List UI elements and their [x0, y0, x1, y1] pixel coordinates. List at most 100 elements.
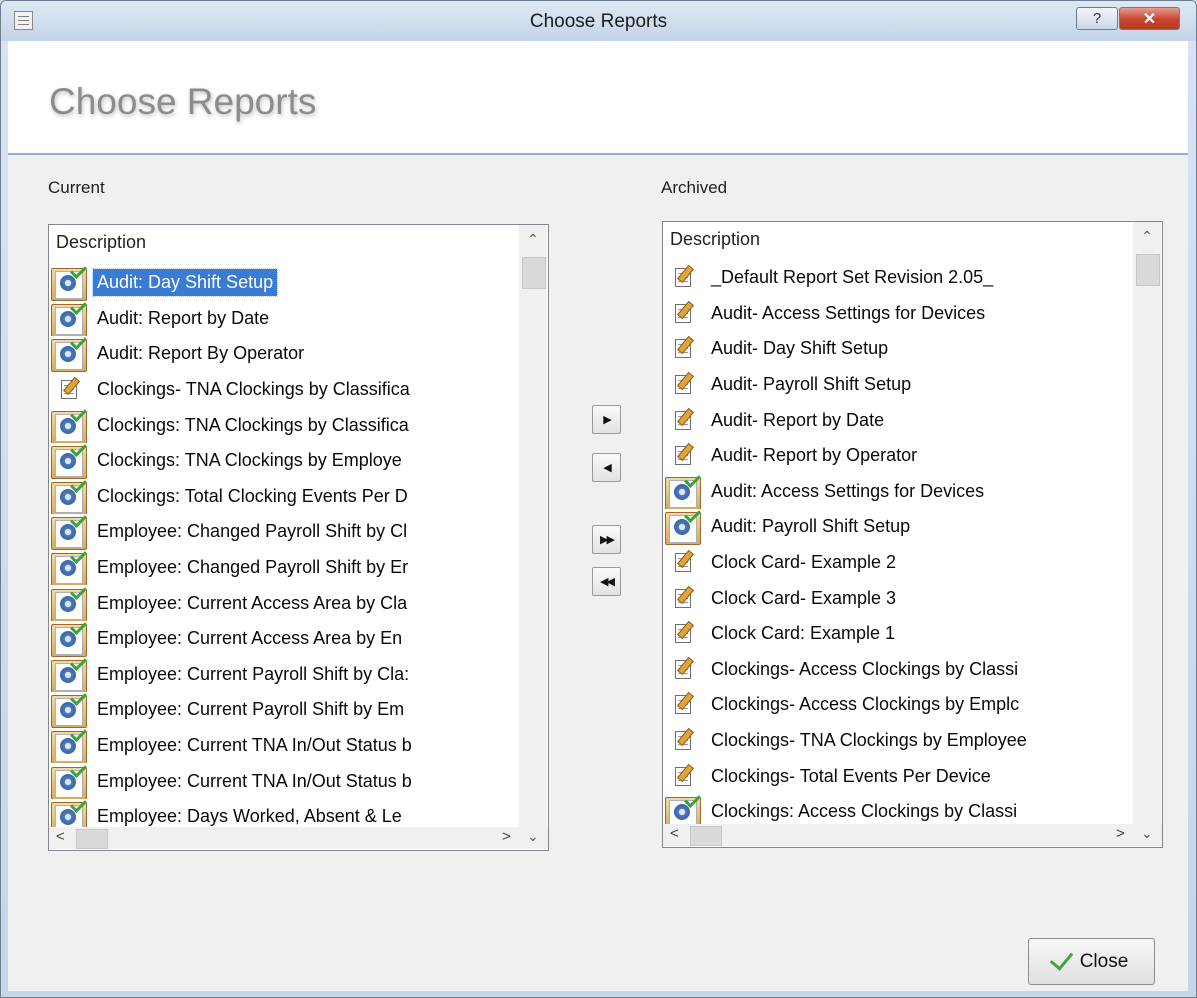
report-edit-icon	[663, 331, 703, 366]
current-rows: Audit: Day Shift Setup Audit: Report by D…	[49, 265, 516, 827]
report-check-icon	[49, 727, 89, 764]
list-item[interactable]: Employee: Changed Payroll Shift by Er	[49, 549, 516, 586]
close-button-label: Close	[1079, 950, 1129, 972]
list-item-label: Clockings: Access Clockings by Classi	[711, 801, 1018, 822]
report-check-icon	[49, 549, 89, 586]
list-item-label: Employee: Current Payroll Shift by Cla:	[97, 663, 410, 684]
list-item-label: Audit- Report by Operator	[711, 445, 918, 466]
list-item[interactable]: Audit- Access Settings for Devices	[663, 296, 1130, 332]
move-all-left-button[interactable]: ◀◀	[592, 567, 621, 596]
list-item[interactable]: Employee: Current TNA In/Out Status b	[49, 727, 516, 764]
help-button[interactable]: ?	[1076, 7, 1118, 30]
report-check-icon	[49, 798, 89, 827]
list-item[interactable]: Audit- Payroll Shift Setup	[663, 367, 1130, 403]
list-item[interactable]: Audit: Access Settings for Devices	[663, 473, 1130, 510]
scroll-thumb[interactable]	[1136, 254, 1160, 286]
list-item[interactable]: Clockings- Access Clockings by Classi	[663, 652, 1130, 688]
archived-reports-list[interactable]: Description _Default Report Set Revision…	[662, 221, 1163, 848]
archived-horizontal-scrollbar[interactable]: < > ⌄	[663, 824, 1162, 846]
move-left-button[interactable]: ◀	[592, 453, 621, 482]
scroll-thumb[interactable]	[76, 829, 108, 849]
archived-rows: _Default Report Set Revision 2.05_ Audit-…	[663, 260, 1130, 824]
header-band: Choose Reports	[8, 41, 1188, 155]
list-item[interactable]: Employee: Current Payroll Shift by Cla:	[49, 656, 516, 693]
current-reports-list[interactable]: Description Audit: Day Shift Setup Audit:…	[48, 224, 549, 851]
list-item-label: Audit: Payroll Shift Setup	[711, 516, 911, 537]
list-item[interactable]: Audit- Day Shift Setup	[663, 331, 1130, 367]
list-item[interactable]: Audit- Report by Operator	[663, 438, 1130, 474]
choose-reports-window: Choose Reports ? ✕ Choose Reports Curren…	[0, 0, 1197, 998]
report-check-icon	[49, 300, 89, 337]
list-item[interactable]: Clockings- Total Events Per Device	[663, 758, 1130, 794]
scroll-thumb[interactable]	[690, 826, 722, 846]
scroll-right-icon[interactable]: >	[1116, 825, 1125, 842]
report-edit-icon	[663, 616, 703, 651]
archived-vertical-scrollbar[interactable]: ⌃	[1133, 222, 1161, 824]
report-check-icon	[49, 407, 89, 443]
list-item[interactable]: Audit: Day Shift Setup	[49, 265, 516, 301]
scroll-left-icon[interactable]: <	[56, 828, 65, 845]
list-item[interactable]: Clock Card- Example 2	[663, 545, 1130, 581]
list-item[interactable]: Employee: Current Access Area by Cla	[49, 585, 516, 621]
scroll-down-icon[interactable]: ⌄	[1141, 825, 1153, 842]
title-bar: Choose Reports ? ✕	[1, 1, 1196, 41]
list-item[interactable]: Audit- Report by Date	[663, 402, 1130, 438]
dialog-body: Choose Reports Current Archived Descript…	[8, 41, 1188, 991]
report-edit-icon	[663, 260, 703, 295]
report-edit-icon	[49, 372, 89, 407]
window-close-button[interactable]: ✕	[1119, 7, 1180, 30]
list-item[interactable]: Employee: Current Access Area by En	[49, 620, 516, 657]
list-item[interactable]: _Default Report Set Revision 2.05_	[663, 260, 1130, 296]
list-item[interactable]: Clock Card- Example 3	[663, 580, 1130, 616]
list-item-label: Audit: Access Settings for Devices	[711, 480, 985, 501]
scroll-up-icon[interactable]: ⌃	[1133, 228, 1161, 245]
list-item-label: Employee: Current Access Area by Cla	[97, 592, 408, 613]
list-item-label: Clockings- Access Clockings by Emplc	[711, 694, 1020, 715]
report-edit-icon	[663, 687, 703, 722]
scroll-right-icon[interactable]: >	[502, 828, 511, 845]
report-check-icon	[49, 656, 89, 693]
list-item[interactable]: Audit: Payroll Shift Setup	[663, 509, 1130, 545]
scroll-up-icon[interactable]: ⌃	[519, 231, 547, 248]
list-item[interactable]: Clockings- Access Clockings by Emplc	[663, 687, 1130, 723]
list-item-label: Employee: Current TNA In/Out Status b	[97, 735, 412, 756]
list-item[interactable]: Clock Card: Example 1	[663, 616, 1130, 652]
list-item[interactable]: Employee: Current TNA In/Out Status b	[49, 763, 516, 799]
checkmark-icon	[1049, 946, 1073, 971]
move-all-right-button[interactable]: ▶▶	[592, 525, 621, 554]
scroll-thumb[interactable]	[522, 257, 546, 289]
list-item[interactable]: Audit: Report by Date	[49, 300, 516, 337]
report-edit-icon	[663, 723, 703, 758]
list-item[interactable]: Employee: Changed Payroll Shift by Cl	[49, 514, 516, 550]
close-button[interactable]: Close	[1028, 938, 1155, 985]
list-item-label: Audit: Day Shift Setup	[91, 268, 279, 298]
current-column-header[interactable]: Description	[49, 225, 523, 257]
report-check-icon	[49, 265, 89, 301]
list-item[interactable]: Clockings: Access Clockings by Classi	[663, 793, 1130, 824]
report-edit-icon	[663, 652, 703, 687]
report-check-icon	[663, 793, 703, 824]
list-item-label: Audit- Payroll Shift Setup	[711, 374, 912, 395]
list-item-label: _Default Report Set Revision 2.05_	[711, 267, 994, 288]
list-item[interactable]: Employee: Current Payroll Shift by Em	[49, 692, 516, 728]
list-item[interactable]: Clockings: TNA Clockings by Classifica	[49, 407, 516, 443]
scroll-left-icon[interactable]: <	[670, 825, 679, 842]
report-edit-icon	[663, 296, 703, 331]
scroll-down-icon[interactable]: ⌄	[527, 828, 539, 845]
report-edit-icon	[663, 403, 703, 438]
list-item[interactable]: Clockings: Total Clocking Events Per D	[49, 478, 516, 515]
current-horizontal-scrollbar[interactable]: < > ⌄	[49, 827, 548, 849]
list-item-label: Audit: Report By Operator	[97, 343, 305, 364]
move-right-button[interactable]: ▶	[592, 405, 621, 434]
list-item[interactable]: Audit: Report By Operator	[49, 336, 516, 372]
archived-column-header[interactable]: Description	[663, 222, 1137, 254]
list-item[interactable]: Clockings- TNA Clockings by Classifica	[49, 372, 516, 408]
report-check-icon	[49, 442, 89, 479]
report-check-icon	[49, 585, 89, 621]
list-item-label: Employee: Changed Payroll Shift by Cl	[97, 521, 408, 542]
list-item[interactable]: Clockings: TNA Clockings by Employe	[49, 442, 516, 479]
current-vertical-scrollbar[interactable]: ⌃	[519, 225, 547, 827]
list-item[interactable]: Clockings- TNA Clockings by Employee	[663, 723, 1130, 759]
list-item[interactable]: Employee: Days Worked, Absent & Le	[49, 798, 516, 827]
report-check-icon	[49, 620, 89, 657]
